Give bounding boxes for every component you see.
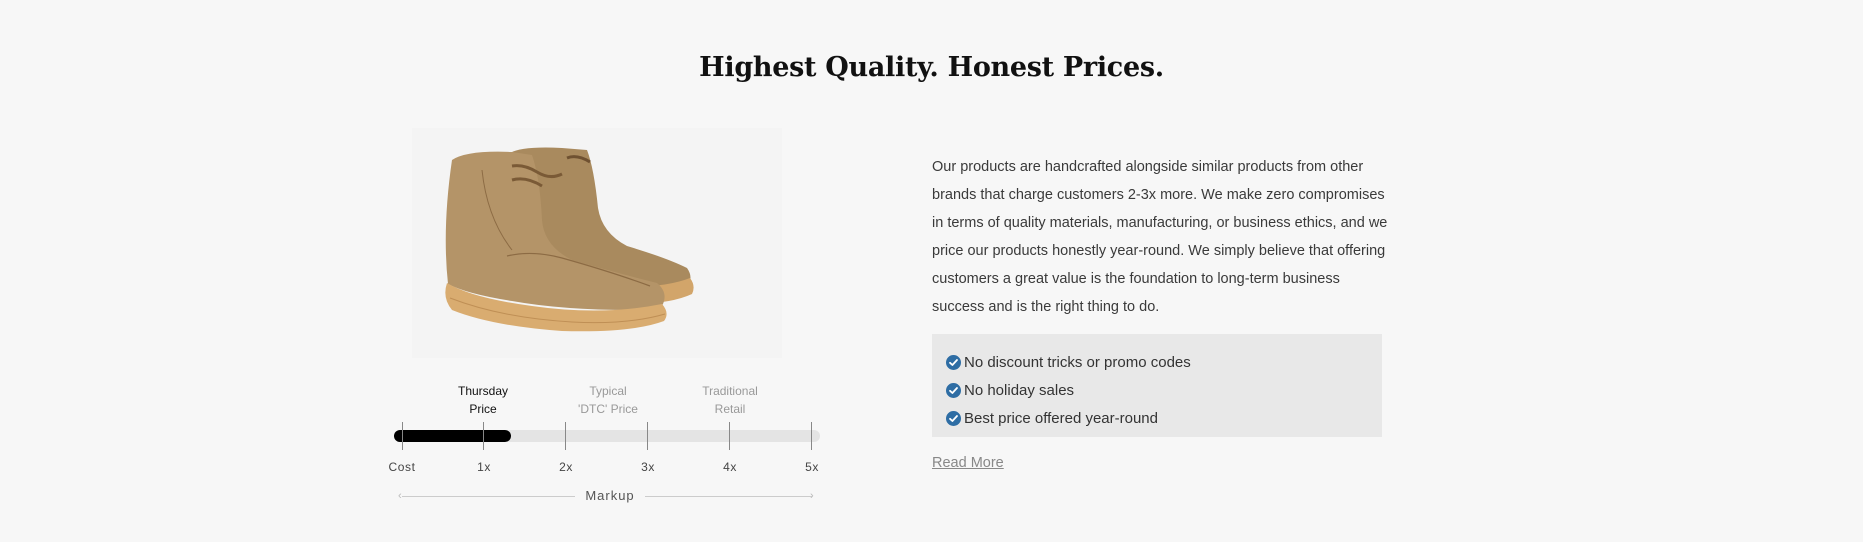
tick-5x xyxy=(811,422,812,450)
check-circle-icon xyxy=(946,382,961,398)
markup-axis-title: Markup xyxy=(380,488,840,503)
tick-label-5x: 5x xyxy=(805,460,819,474)
read-more-link[interactable]: Read More xyxy=(932,455,1004,471)
boot-image xyxy=(445,147,694,332)
section-title: Highest Quality. Honest Prices. xyxy=(699,52,1164,83)
markup-axis-title-text: Markup xyxy=(575,488,645,503)
tick-4x xyxy=(729,422,730,450)
list-item: No discount tricks or promo codes xyxy=(946,348,1382,376)
tick-3x xyxy=(647,422,648,450)
tick-label-cost: Cost xyxy=(388,460,416,474)
description-text: Our products are handcrafted alongside s… xyxy=(932,159,1388,315)
feature-box: No discount tricks or promo codes No hol… xyxy=(932,334,1382,437)
label-line: Traditional xyxy=(702,384,758,398)
tick-label-2x: 2x xyxy=(559,460,573,474)
feature-list: No discount tricks or promo codes No hol… xyxy=(932,334,1382,432)
label-line: Retail xyxy=(714,402,746,416)
markup-scale: Thursday Price Typical 'DTC' Price Tradi… xyxy=(380,378,840,508)
tick-label-4x: 4x xyxy=(723,460,737,474)
tick-1x xyxy=(483,422,484,450)
label-line: Thursday xyxy=(457,384,509,398)
markup-fill-bar xyxy=(394,430,511,442)
tick-label-1x: 1x xyxy=(477,460,491,474)
tick-cost xyxy=(402,422,403,450)
list-item: No holiday sales xyxy=(946,376,1382,404)
product-image xyxy=(412,128,782,358)
tick-2x xyxy=(565,422,566,450)
check-circle-icon xyxy=(946,354,961,370)
label-line: Price xyxy=(469,402,497,416)
feature-text: Best price offered year-round xyxy=(964,409,1158,427)
label-line: Typical xyxy=(589,384,627,398)
label-typical-dtc-price: Typical 'DTC' Price xyxy=(553,382,663,418)
list-item: Best price offered year-round xyxy=(946,404,1382,432)
label-line: 'DTC' Price xyxy=(578,402,638,416)
label-thursday-price: Thursday Price xyxy=(428,382,538,418)
check-circle-icon xyxy=(946,410,961,426)
feature-text: No discount tricks or promo codes xyxy=(964,353,1191,371)
feature-text: No holiday sales xyxy=(964,381,1075,399)
tick-label-3x: 3x xyxy=(641,460,655,474)
label-traditional-retail: Traditional Retail xyxy=(675,382,785,418)
